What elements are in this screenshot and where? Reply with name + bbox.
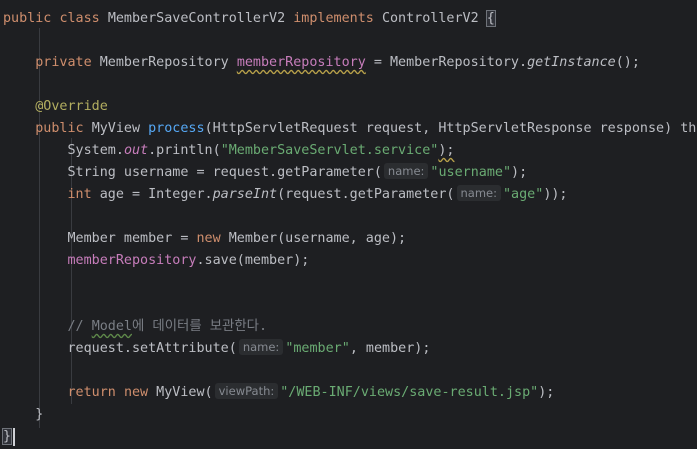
code-line-annotation[interactable]: @Override [0, 96, 108, 118]
string-literal: "member" [285, 341, 350, 356]
code-line-return[interactable]: return new MyView(viewPath: "/WEB-INF/vie… [0, 382, 554, 404]
code-line-set-attribute[interactable]: request.setAttribute(name: "member", memb… [0, 338, 430, 360]
static-method: getInstance [527, 55, 616, 70]
matched-brace: { [485, 10, 496, 27]
string-literal: "/WEB-INF/views/save-result.jsp" [280, 385, 539, 400]
code-line-field-declaration[interactable]: private MemberRepository memberRepositor… [0, 52, 640, 74]
code-text: Member(username, age); [220, 231, 407, 246]
parameter-hint: viewPath: [214, 383, 279, 399]
closing-brace: } [35, 407, 44, 422]
string-literal: "age" [503, 187, 544, 202]
type-name: MemberRepository [99, 55, 229, 70]
keyword: int [67, 187, 92, 202]
matched-brace: } [1, 428, 13, 445]
keyword: return [67, 385, 116, 400]
code-text: , member); [349, 341, 431, 356]
annotation: @Override [35, 99, 108, 114]
code-editor[interactable]: public class MemberSaveControllerV2 impl… [0, 0, 697, 449]
type-reference: MemberRepository. [390, 55, 528, 70]
string-literal: "username" [430, 165, 512, 180]
keyword: new [123, 385, 149, 400]
code-line-comment[interactable]: // Model에 데이터를 보관한다. [0, 316, 268, 338]
code-line-println[interactable]: System.out.println("MemberSaveServlet.se… [0, 140, 455, 162]
code-text: (request.getParameter( [277, 187, 455, 202]
keyword: class [59, 11, 100, 26]
punctuation: ); [511, 165, 528, 180]
keyword: public [35, 121, 84, 136]
code-text: .println( [148, 143, 221, 158]
code-line-method-declaration[interactable]: public MyView process(HttpServletRequest… [0, 118, 697, 140]
field-name: memberRepository [236, 55, 366, 70]
keyword: implements [293, 11, 374, 26]
keyword: public [3, 11, 52, 26]
code-text: request.setAttribute( [67, 341, 237, 356]
punctuation: ); [438, 143, 455, 158]
string-literal: "MemberSaveServlet.service" [220, 143, 439, 158]
comment-typo: Model [91, 319, 132, 334]
interface-name: ControllerV2 [381, 11, 479, 26]
code-text: Member member = [67, 231, 197, 246]
code-text: System. [67, 143, 124, 158]
code-line-method-close[interactable]: } [0, 404, 43, 426]
code-text: age = Integer. [91, 187, 213, 202]
punctuation: (); [615, 55, 640, 70]
parameter-hint: name: [383, 163, 429, 179]
punctuation: )); [543, 187, 568, 202]
code-text: String username = request.getParameter( [67, 165, 382, 180]
keyword: private [35, 55, 92, 70]
method-name: process [148, 121, 205, 136]
code-line-class-declaration[interactable]: public class MemberSaveControllerV2 impl… [0, 8, 496, 30]
return-type: MyView [91, 121, 141, 136]
class-name: MemberSaveControllerV2 [107, 11, 286, 26]
comment: 에 데이터를 보관한다. [132, 319, 268, 334]
code-text: .save(member); [196, 253, 310, 268]
keyword: new [196, 231, 221, 246]
parameter-list: (HttpServletRequest request, HttpServlet… [204, 121, 697, 136]
parameter-hint: name: [238, 339, 284, 355]
punctuation: ); [538, 385, 555, 400]
operator: = [373, 55, 382, 70]
comment: // [67, 319, 92, 334]
code-line-username[interactable]: String username = request.getParameter(n… [0, 162, 527, 184]
code-line-class-close[interactable]: } [0, 426, 13, 448]
code-text: MyView( [148, 385, 213, 400]
text-caret [13, 428, 15, 446]
parameter-hint: name: [456, 185, 501, 201]
code-line-save[interactable]: memberRepository.save(member); [0, 250, 310, 272]
static-field: out [123, 143, 149, 158]
field-name: memberRepository [67, 253, 197, 268]
code-line-age[interactable]: int age = Integer.parseInt(request.getPa… [0, 184, 568, 206]
static-method: parseInt [212, 187, 278, 202]
code-line-member[interactable]: Member member = new Member(username, age… [0, 228, 407, 250]
